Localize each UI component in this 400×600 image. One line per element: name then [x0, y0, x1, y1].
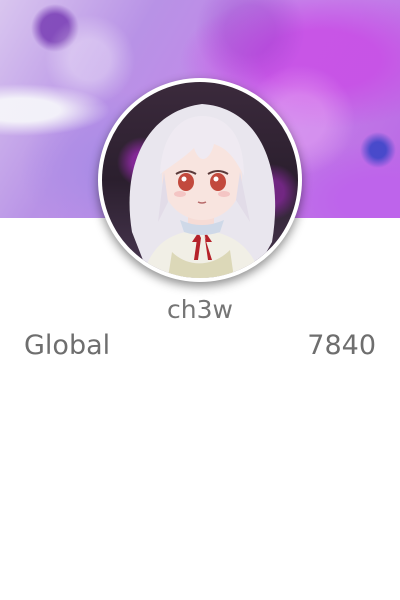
username: ch3w: [167, 295, 233, 324]
rank-label: Global: [24, 330, 111, 361]
avatar-illustration: [129, 104, 276, 278]
rank-value: 7840: [307, 330, 376, 361]
profile-card: ch3w Global 7840: [0, 0, 400, 600]
avatar[interactable]: [102, 82, 298, 278]
rank-stat-row: Global 7840: [24, 330, 376, 361]
